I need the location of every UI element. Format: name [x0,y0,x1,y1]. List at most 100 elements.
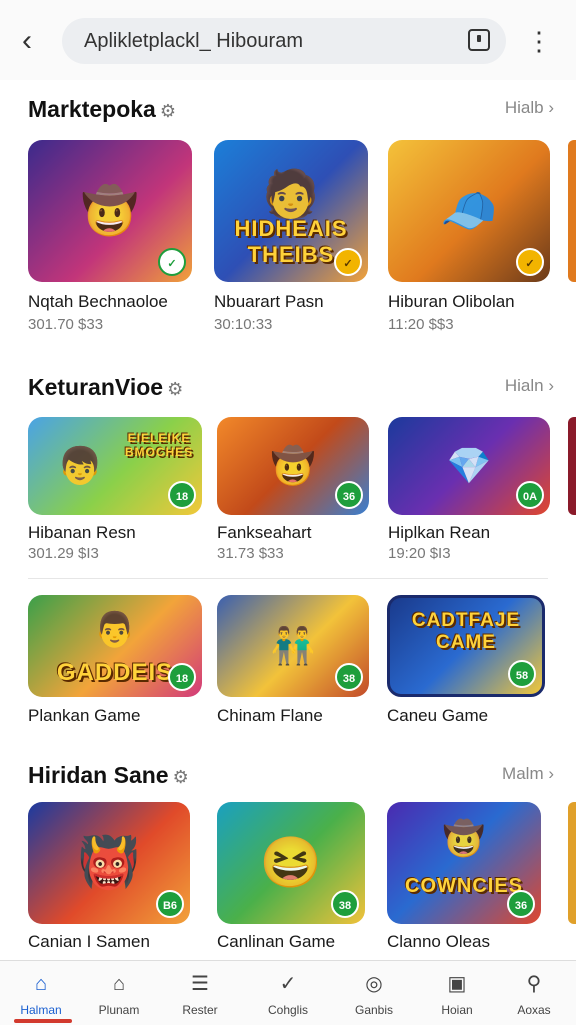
nav-item-search[interactable]: ⚲ Aoxas [494,961,574,1025]
nav-item-store[interactable]: ⌂ Plunam [79,961,159,1025]
active-tab-indicator [14,1019,72,1023]
gear-icon: ⚙ [167,379,184,399]
app-thumbnail[interactable]: 🧢 ✓ [388,140,550,282]
see-more-label[interactable]: Malm [502,764,544,783]
section-title-text: Hiridan Sane [28,762,169,788]
character-icon: 👹 [77,834,141,891]
nav-item-gamepad[interactable]: ▣ Hoian [417,961,497,1025]
see-more-link[interactable]: Hialb › [505,98,554,118]
gear-icon: ⚙ [172,767,189,787]
app-thumbnail[interactable]: 👬 38 [217,595,369,697]
store-icon[interactable]: ⌂ [106,971,132,997]
app-thumbnail[interactable]: 🤠 COWNCIES 36 [387,802,541,924]
app-meta: 301.29 $I3 [28,545,99,562]
card-badge: 0A [516,481,544,509]
nav-label[interactable]: Hoian [417,1003,497,1017]
app-name: Clanno Oleas [387,932,491,951]
card-badge: 38 [335,663,363,691]
section-title-text: Marktepoka [28,96,156,122]
card-badge: 18 [168,663,196,691]
app-name: Plankan Game [28,706,141,725]
card-badge: ✓ [334,248,362,276]
check-icon[interactable]: ✓ [275,971,301,997]
card-badge: 58 [508,660,536,688]
see-more-link[interactable]: Hialn › [505,376,554,396]
app-name: Hiplkan Rean [388,523,491,542]
section-title: KeturanVioe ⚙ [28,374,183,401]
app-name: Nbuarart Pasn [214,292,324,311]
card-badge: ✓ [158,248,186,276]
search-bar[interactable]: Aplikletplackl_ Hibouram [62,18,506,64]
kebab-icon[interactable]: ⋮ [526,26,552,56]
character-icon: 💎 [446,445,492,486]
app-name: Fankseahart [217,523,312,542]
card-badge: ✓ [516,248,544,276]
nav-item-compass[interactable]: ◎ Ganbis [334,961,414,1025]
gear-icon: ⚙ [159,101,176,121]
app-thumbnail[interactable]: 😆 38 [217,802,365,924]
section-title: Hiridan Sane ⚙ [28,762,189,789]
home-icon[interactable]: ⌂ [28,971,54,997]
character-icon: 👨 [93,610,137,649]
search-icon[interactable]: ⚲ [521,971,547,997]
app-meta: 30:10:33 [214,316,273,333]
nav-label[interactable]: Ganbis [334,1003,414,1017]
character-icon: 🤠 [442,819,486,858]
app-thumbnail[interactable]: 👹 B6 [28,802,190,924]
see-more-link[interactable]: Malm › [502,764,554,784]
next-card-peek [568,417,576,515]
compass-icon[interactable]: ◎ [361,971,387,997]
app-thumbnail[interactable]: CADTFAJE CAME 58 [387,595,545,697]
section-title-text: KeturanVioe [28,374,164,400]
section-title: Marktepoka ⚙ [28,96,176,123]
gamepad-icon[interactable]: ▣ [444,971,470,997]
character-icon: 👦 [57,445,103,486]
list-icon[interactable]: ☰ [187,971,213,997]
app-meta: 301.70 $33 [28,316,104,333]
nav-label[interactable]: Rester [160,1003,240,1017]
app-thumbnail[interactable]: 🧑 HIDHEAIS THEIBS ✓ [214,140,368,282]
app-thumbnail[interactable]: 🤠 36 [217,417,369,515]
nav-item-check[interactable]: ✓ Cohglis [248,961,328,1025]
nav-label[interactable]: Halman [1,1003,81,1017]
see-more-label[interactable]: Hialb [505,98,544,117]
see-more-label[interactable]: Hialn [505,376,544,395]
nav-label[interactable]: Plunam [79,1003,159,1017]
card-badge: 18 [168,481,196,509]
app-meta: 19:20 $I3 [388,545,451,562]
nav-label[interactable]: Aoxas [494,1003,574,1017]
card-badge: 36 [507,890,535,918]
top-bar: ‹ Aplikletplackl_ Hibouram ⋮ [0,0,576,80]
next-card-peek [568,140,576,282]
card-badge: 38 [331,890,359,918]
app-meta: 11:20 $$3 [388,316,454,333]
character-icon: 👬 [270,625,316,666]
back-arrow-icon[interactable]: ‹ [22,24,52,58]
app-name: Chinam Flane [217,706,323,725]
app-meta: 31.73 $33 [217,545,284,562]
thumbnail-title: CADTFAJE CAME [411,610,521,653]
card-badge: B6 [156,890,184,918]
app-thumbnail[interactable]: 🤠 ✓ [28,140,192,282]
thumbnail-title: EIELEIKE BMOCHES [124,431,194,459]
character-icon: 🤠 [81,184,139,237]
divider [28,578,548,579]
app-name: Caneu Game [387,706,489,725]
character-icon: 😆 [259,834,323,891]
search-text[interactable]: Aplikletplackl_ Hibouram [84,30,303,53]
app-thumbnail[interactable]: 👦 EIELEIKE BMOCHES 18 [28,417,202,515]
app-thumbnail[interactable]: 💎 0A [388,417,550,515]
bottom-nav: ⌂ Halman ⌂ Plunam ☰ Rester ✓ Cohglis ◎ G… [0,960,576,1025]
square-icon[interactable] [468,29,490,51]
app-thumbnail[interactable]: 👨 GADDEIS 18 [28,595,202,697]
character-icon: 🧑 [262,167,320,220]
app-name: Canian I Samen [28,932,150,951]
app-name: Canlinan Game [217,932,336,951]
character-icon: 🤠 [270,445,316,486]
nav-item-list[interactable]: ☰ Rester [160,961,240,1025]
nav-item-home[interactable]: ⌂ Halman [1,961,81,1025]
app-name: Hiburan Olibolan [388,292,515,311]
next-card-peek [568,802,576,924]
character-icon: 🧢 [440,184,498,237]
nav-label[interactable]: Cohglis [248,1003,328,1017]
